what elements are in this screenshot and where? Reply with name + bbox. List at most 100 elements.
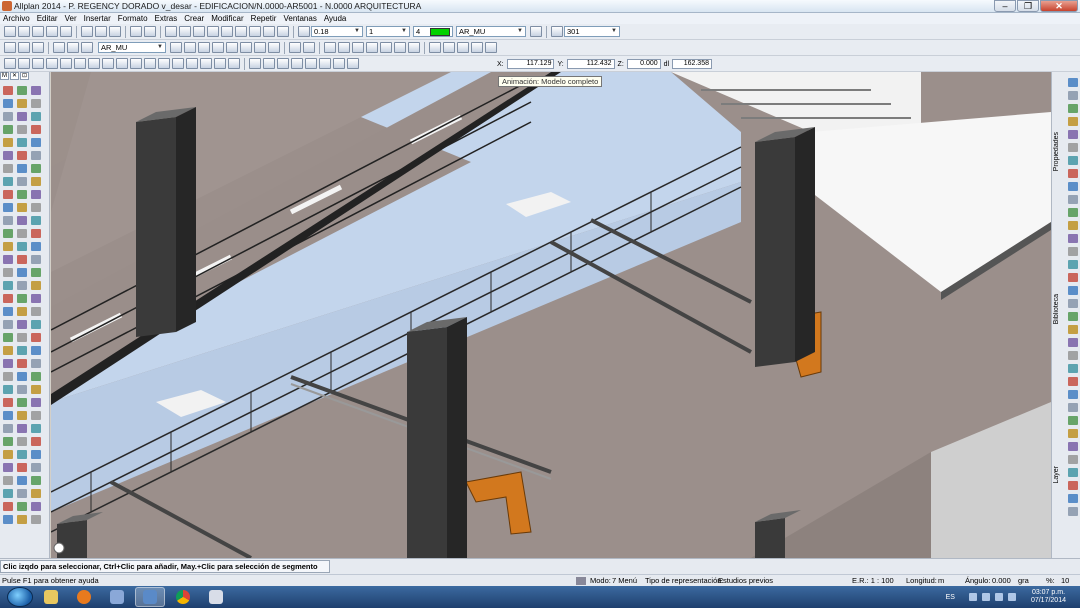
- palette-tool-icon[interactable]: [17, 86, 27, 95]
- palette-tool-icon[interactable]: [17, 385, 27, 394]
- palette-tool-icon[interactable]: [1068, 286, 1078, 295]
- palette-tool-icon[interactable]: [17, 138, 27, 147]
- taskbar-network[interactable]: [102, 587, 132, 607]
- move-icon[interactable]: [179, 26, 191, 37]
- filter-icon[interactable]: [289, 42, 301, 53]
- palette-tool-icon[interactable]: [17, 268, 27, 277]
- scale-icon[interactable]: [235, 26, 247, 37]
- line-select[interactable]: 1 ▼: [366, 26, 410, 37]
- palette-tool-icon[interactable]: [31, 151, 41, 160]
- pattern-icon[interactable]: [551, 26, 563, 37]
- palette-dock-button[interactable]: ⊡: [20, 72, 29, 80]
- palette-tool-icon[interactable]: [31, 398, 41, 407]
- print-preview-icon[interactable]: [60, 26, 72, 37]
- palette-tool-icon[interactable]: [3, 255, 13, 264]
- palette-tool-icon[interactable]: [31, 502, 41, 511]
- palette-tool-icon[interactable]: [1068, 494, 1078, 503]
- circle-icon[interactable]: [60, 58, 72, 69]
- menu-ver[interactable]: Ver: [65, 14, 77, 23]
- stair-icon[interactable]: [254, 42, 266, 53]
- palette-tool-icon[interactable]: [1068, 481, 1078, 490]
- palette-tool-icon[interactable]: [3, 268, 13, 277]
- palette-tool-icon[interactable]: [17, 489, 27, 498]
- menu-modificar[interactable]: Modificar: [211, 14, 243, 23]
- palette-tool-icon[interactable]: [3, 502, 13, 511]
- group-icon[interactable]: [228, 58, 240, 69]
- match-icon[interactable]: [249, 26, 261, 37]
- palette-tool-icon[interactable]: [31, 242, 41, 251]
- delete-icon[interactable]: [165, 26, 177, 37]
- palette-tool-icon[interactable]: [17, 294, 27, 303]
- close-button[interactable]: ✕: [1040, 0, 1078, 12]
- layer-settings-icon[interactable]: [530, 26, 542, 37]
- palette-tool-icon[interactable]: [1068, 338, 1078, 347]
- room-icon[interactable]: [268, 42, 280, 53]
- palette-tool-icon[interactable]: [31, 463, 41, 472]
- pattern2-icon[interactable]: [200, 58, 212, 69]
- language-indicator[interactable]: ES: [946, 594, 955, 601]
- y-input[interactable]: 112.432: [566, 59, 615, 69]
- palette-tool-icon[interactable]: [3, 411, 13, 420]
- palette-tool-icon[interactable]: [3, 164, 13, 173]
- palette-tool-icon[interactable]: [31, 229, 41, 238]
- palette-tool-icon[interactable]: [1068, 364, 1078, 373]
- render-icon[interactable]: [443, 42, 455, 53]
- palette-tool-icon[interactable]: [31, 190, 41, 199]
- palette-tool-icon[interactable]: [31, 450, 41, 459]
- power-icon[interactable]: [1007, 593, 1016, 601]
- palette-tool-icon[interactable]: [17, 164, 27, 173]
- palette-tool-icon[interactable]: [1068, 130, 1078, 139]
- fill-icon[interactable]: [394, 42, 406, 53]
- visibility-icon[interactable]: [303, 42, 315, 53]
- taskbar-explorer[interactable]: [36, 587, 66, 607]
- palette-tool-icon[interactable]: [31, 99, 41, 108]
- snap-point-icon[interactable]: [249, 58, 261, 69]
- palette-tool-icon[interactable]: [17, 112, 27, 121]
- palette-tool-icon[interactable]: [1068, 390, 1078, 399]
- ellipse-icon[interactable]: [88, 58, 100, 69]
- palette-tool-icon[interactable]: [17, 229, 27, 238]
- slab-icon[interactable]: [212, 42, 224, 53]
- palette-tool-icon[interactable]: [1068, 416, 1078, 425]
- column-icon[interactable]: [184, 42, 196, 53]
- palette-tool-icon[interactable]: [31, 203, 41, 212]
- tab-layer[interactable]: Layer: [1053, 466, 1060, 484]
- palette-tool-icon[interactable]: [31, 164, 41, 173]
- palette-tool-icon[interactable]: [31, 359, 41, 368]
- palette-tool-icon[interactable]: [1068, 468, 1078, 477]
- volume-icon[interactable]: [994, 593, 1003, 601]
- snap-tangent-icon[interactable]: [319, 58, 331, 69]
- fly-icon[interactable]: [429, 42, 441, 53]
- undo-icon[interactable]: [130, 26, 142, 37]
- view-3d-icon[interactable]: [471, 42, 483, 53]
- palette-tool-icon[interactable]: [17, 476, 27, 485]
- new-icon[interactable]: [4, 26, 16, 37]
- palette-tool-icon[interactable]: [3, 515, 13, 524]
- palette-tool-icon[interactable]: [31, 385, 41, 394]
- palette-tool-icon[interactable]: [31, 437, 41, 446]
- dl-input[interactable]: 162.358: [672, 59, 712, 69]
- pen-select[interactable]: 0.18 ▼: [311, 26, 363, 37]
- palette-menu-button[interactable]: M: [0, 72, 9, 80]
- palette-tool-icon[interactable]: [31, 333, 41, 342]
- palette-tool-icon[interactable]: [3, 320, 13, 329]
- text-icon[interactable]: [366, 42, 378, 53]
- palette-tool-icon[interactable]: [31, 112, 41, 121]
- menu-extras[interactable]: Extras: [155, 14, 178, 23]
- palette-tool-icon[interactable]: [1068, 455, 1078, 464]
- taskbar-files[interactable]: [201, 587, 231, 607]
- palette-tool-icon[interactable]: [3, 281, 13, 290]
- hide-icon[interactable]: [485, 42, 497, 53]
- palette-tool-icon[interactable]: [31, 86, 41, 95]
- spline-icon[interactable]: [32, 58, 44, 69]
- palette-tool-icon[interactable]: [17, 281, 27, 290]
- taskbar-firefox[interactable]: [69, 587, 99, 607]
- symbol-icon[interactable]: [408, 42, 420, 53]
- palette-tool-icon[interactable]: [17, 515, 27, 524]
- palette-tool-icon[interactable]: [17, 372, 27, 381]
- select-icon[interactable]: [81, 42, 93, 53]
- palette-tool-icon[interactable]: [17, 333, 27, 342]
- wall-icon[interactable]: [170, 42, 182, 53]
- hatch2-icon[interactable]: [186, 58, 198, 69]
- layer-select-2[interactable]: AR_MU ▼: [98, 42, 166, 53]
